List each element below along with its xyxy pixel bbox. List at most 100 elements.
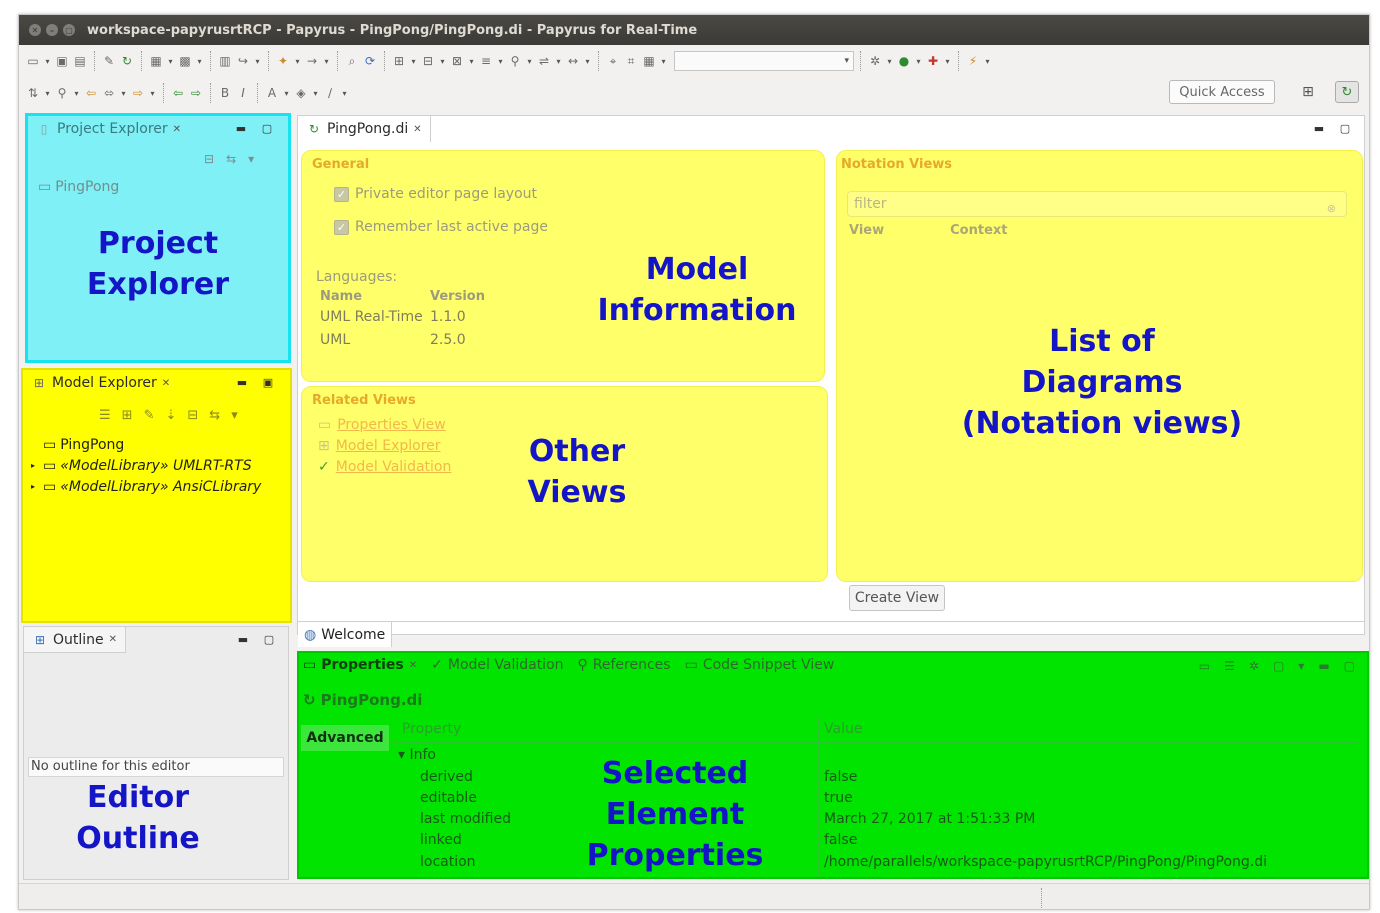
wand-dropdown-icon[interactable]: ▾ — [983, 57, 992, 66]
advanced-icon[interactable]: ▢ — [1273, 659, 1284, 673]
notation-filter-input[interactable]: filter ⊗ — [847, 191, 1347, 217]
select-icon[interactable]: ⌖ — [605, 53, 621, 69]
maximize-icon[interactable]: ▣ — [261, 375, 275, 389]
view-menu-icon[interactable]: ▾ — [248, 152, 254, 166]
debug-icon[interactable]: ✲ — [867, 53, 883, 69]
link-dropdown-icon[interactable]: ▾ — [253, 57, 262, 66]
arrow-dropdown-icon[interactable]: ▾ — [322, 57, 331, 66]
tree-item-umlrt-rts[interactable]: ▸ ▭ «ModelLibrary» UMLRT-RTS — [31, 455, 261, 476]
link-icon[interactable]: ↪ — [235, 53, 251, 69]
diagram-dropdown-icon[interactable]: ▾ — [195, 57, 204, 66]
remember-page-checkbox[interactable]: ✓ Remember last active page — [334, 219, 548, 235]
run-dropdown-icon[interactable]: ▾ — [914, 57, 923, 66]
bold-icon[interactable]: B — [217, 85, 233, 101]
distribute-icon[interactable]: ⊟ — [420, 53, 436, 69]
filter-icon[interactable]: ☰ — [1224, 659, 1235, 673]
arrow-right-icon[interactable]: → — [304, 53, 320, 69]
route-icon[interactable]: ⇌ — [536, 53, 552, 69]
forward-nav-icon[interactable]: ⇨ — [130, 85, 146, 101]
link-label[interactable]: Properties View — [337, 417, 445, 433]
collapse-all-icon[interactable]: ⊟ — [204, 152, 214, 166]
refresh-icon[interactable]: ⟳ — [362, 53, 378, 69]
table-row[interactable]: last modified March 27, 2017 at 1:51:33 … — [392, 809, 1357, 830]
grid-icon[interactable]: ▦ — [641, 53, 657, 69]
arrange-icon[interactable]: ⊠ — [449, 53, 465, 69]
new-dropdown-icon[interactable]: ▾ — [43, 57, 52, 66]
link-label[interactable]: Model Validation — [336, 459, 452, 475]
table-row[interactable]: linked false — [392, 830, 1357, 851]
close-icon[interactable]: ✕ — [409, 660, 417, 671]
close-icon[interactable]: ✕ — [413, 124, 421, 135]
font-color-icon[interactable]: A — [264, 85, 280, 101]
expand-arrow-icon[interactable]: ▸ — [31, 482, 39, 491]
tree-item-pingpong[interactable]: ▭ PingPong — [31, 434, 261, 455]
model-explorer-link[interactable]: ⊞ Model Explorer — [318, 438, 441, 454]
sort-icon[interactable]: ⇅ — [25, 85, 41, 101]
back-nav-icon[interactable]: ⇦ — [83, 85, 99, 101]
close-icon[interactable]: ✕ — [162, 378, 170, 389]
forward-dropdown-icon[interactable]: ▾ — [148, 89, 157, 98]
fill-color-dropdown-icon[interactable]: ▾ — [311, 89, 320, 98]
forward-icon[interactable]: ⇨ — [188, 85, 204, 101]
wand-icon[interactable]: ⚡ — [965, 53, 981, 69]
size-icon[interactable]: ↔ — [565, 53, 581, 69]
arrange-dropdown-icon[interactable]: ▾ — [467, 57, 476, 66]
font-color-dropdown-icon[interactable]: ▾ — [282, 89, 291, 98]
edit-note-icon[interactable]: ✎ — [144, 408, 155, 423]
minimize-icon[interactable]: ▬ — [236, 632, 250, 646]
snap-icon[interactable]: ⌗ — [623, 53, 639, 69]
grid-dropdown-icon[interactable]: ▾ — [659, 57, 668, 66]
link-editor-icon[interactable]: ⇆ — [226, 152, 236, 166]
language-row[interactable]: UML 2.5.0 — [320, 328, 485, 351]
filter-icon[interactable]: ⚲ — [507, 53, 523, 69]
generate-icon[interactable]: ✦ — [275, 53, 291, 69]
close-icon[interactable]: ✕ — [173, 124, 181, 135]
expand-arrow-icon[interactable]: ▸ — [31, 461, 39, 470]
diagram-icon[interactable]: ▩ — [177, 53, 193, 69]
view-menu-icon[interactable]: ▾ — [231, 408, 238, 423]
console-icon[interactable]: ▦ — [148, 53, 164, 69]
properties-view-link[interactable]: ▭ Properties View — [318, 417, 446, 433]
link-label[interactable]: Model Explorer — [336, 438, 441, 454]
view-menu-icon[interactable]: ▾ — [1298, 659, 1304, 673]
save-icon[interactable]: ▣ — [54, 53, 70, 69]
line-style-dropdown-icon[interactable]: ▾ — [496, 57, 505, 66]
tab-model-validation[interactable]: ✓ Model Validation — [431, 657, 563, 673]
maximize-icon[interactable]: ▢ — [262, 632, 276, 646]
line-style-icon[interactable]: ≡ — [478, 53, 494, 69]
table-row[interactable]: location /home/parallels/workspace-papyr… — [392, 852, 1357, 873]
minimize-window-icon[interactable]: – — [46, 24, 58, 36]
maximize-icon[interactable]: ▢ — [260, 121, 274, 135]
tree-item-pingpong[interactable]: ▭ PingPong — [38, 179, 119, 195]
model-explorer-tab[interactable]: ⊞ Model Explorer ✕ — [23, 370, 178, 396]
fill-color-icon[interactable]: ◈ — [293, 85, 309, 101]
clear-filter-icon[interactable]: ⊗ — [1327, 197, 1336, 221]
font-combo[interactable]: ▾ — [674, 51, 854, 71]
debug-dropdown-icon[interactable]: ▾ — [885, 57, 894, 66]
model-validation-link[interactable]: ✓ Model Validation — [318, 459, 451, 475]
table-row[interactable]: derived false — [392, 767, 1357, 788]
tab-properties[interactable]: ▭ Properties ✕ — [303, 657, 417, 673]
align-icon[interactable]: ⊞ — [391, 53, 407, 69]
project-explorer-tab[interactable]: ▯ Project Explorer ✕ — [28, 116, 189, 142]
console-dropdown-icon[interactable]: ▾ — [166, 57, 175, 66]
editor-tab-pingpong-di[interactable]: ↻ PingPong.di ✕ — [298, 116, 431, 142]
external-tools-dropdown-icon[interactable]: ▾ — [943, 57, 952, 66]
save-all-icon[interactable]: ▤ — [72, 53, 88, 69]
run-icon[interactable]: ● — [896, 53, 912, 69]
align-dropdown-icon[interactable]: ▾ — [409, 57, 418, 66]
tab-references[interactable]: ⚲ References — [578, 657, 671, 673]
private-layout-checkbox[interactable]: ✓ Private editor page layout — [334, 186, 537, 202]
maximize-window-icon[interactable]: ▢ — [63, 24, 75, 36]
papyrus-icon[interactable]: ↻ — [119, 53, 135, 69]
edit-icon[interactable]: ✎ — [101, 53, 117, 69]
welcome-tab[interactable]: ◍ Welcome — [298, 621, 393, 647]
minimize-icon[interactable]: ▬ — [235, 375, 249, 389]
minimize-icon[interactable]: ▬ — [234, 121, 248, 135]
new-icon[interactable]: ▭ — [25, 53, 41, 69]
sort-alpha-icon[interactable]: ⇣ — [165, 408, 176, 423]
distribute-dropdown-icon[interactable]: ▾ — [438, 57, 447, 66]
close-icon[interactable]: ✕ — [109, 634, 117, 645]
nav-both-icon[interactable]: ⬄ — [101, 85, 117, 101]
category-advanced[interactable]: Advanced — [301, 725, 389, 751]
